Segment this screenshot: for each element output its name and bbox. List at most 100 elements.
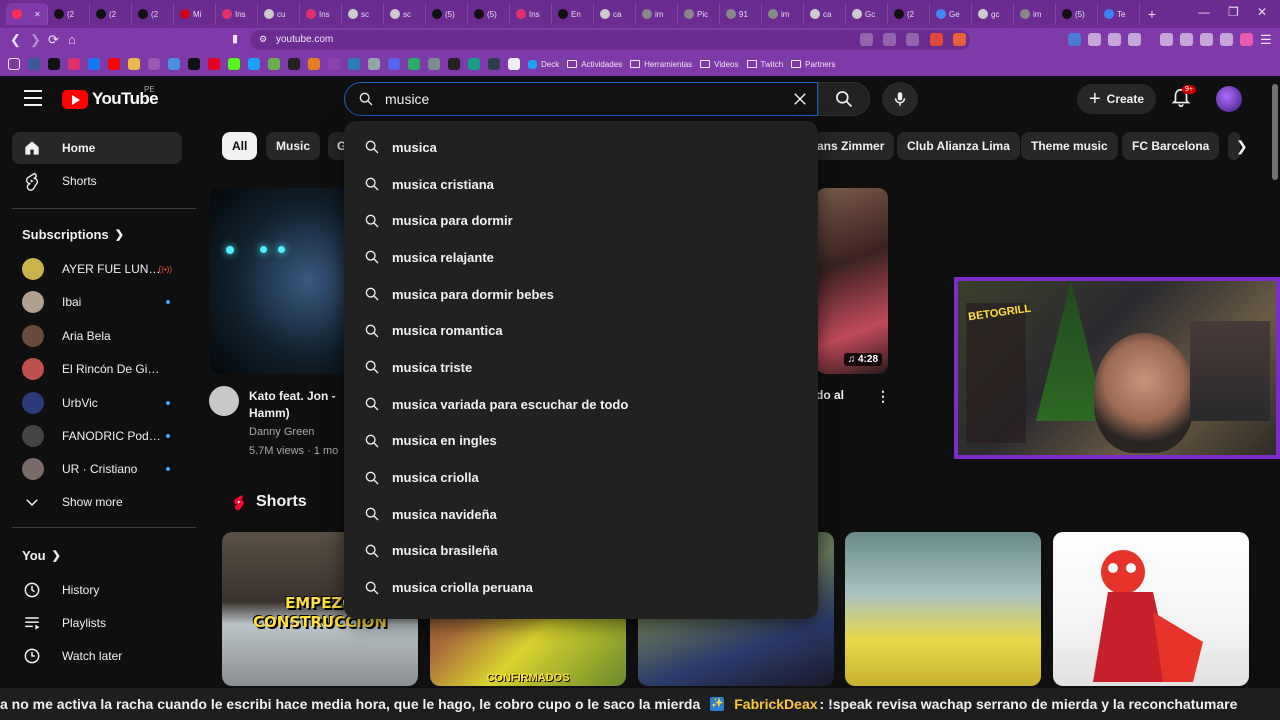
search-suggestion[interactable]: musica criolla peruana — [344, 569, 818, 606]
search-suggestion[interactable]: musica — [344, 129, 818, 166]
browser-tab[interactable]: Mi — [174, 3, 216, 25]
browser-tab[interactable]: (2 — [48, 3, 90, 25]
brave-shield-icon[interactable] — [930, 33, 943, 46]
subscription-item[interactable]: UrbVic — [12, 388, 182, 418]
bookmark-favicon-icon[interactable] — [508, 58, 520, 70]
browser-tab[interactable]: im — [762, 3, 804, 25]
bookmark-favicon-icon[interactable] — [428, 58, 440, 70]
browser-tab[interactable]: im — [636, 3, 678, 25]
chip-hans-zimmer[interactable]: ans Zimmer — [805, 132, 895, 160]
search-suggestion[interactable]: musica romantica — [344, 312, 818, 349]
create-button[interactable]: + Create — [1077, 84, 1156, 114]
browser-tab[interactable]: (2 — [888, 3, 930, 25]
bookmark-favicon-icon[interactable] — [148, 58, 160, 70]
browser-tab[interactable]: sc — [342, 3, 384, 25]
extension-icon[interactable] — [1068, 33, 1081, 46]
browser-menu-icon[interactable]: ☰ — [1260, 32, 1272, 48]
close-window-icon[interactable]: ✕ — [1257, 5, 1267, 19]
apps-icon[interactable] — [8, 58, 20, 70]
browser-tab[interactable]: Gc — [846, 3, 888, 25]
bookmark-folder-twitch[interactable]: Twitch — [746, 60, 783, 69]
search-suggestion[interactable]: musica criolla — [344, 459, 818, 496]
subscription-item[interactable]: FANODRIC Podc... — [12, 421, 182, 451]
bookmark-folder-videos[interactable]: Videos — [700, 60, 739, 69]
sidebar-item-watch-later[interactable]: Watch later — [12, 640, 182, 672]
browser-tab[interactable]: cu — [258, 3, 300, 25]
bookmark-favicon-icon[interactable] — [348, 58, 360, 70]
more-options-icon[interactable]: ⋮ — [876, 388, 890, 405]
pinterest-icon[interactable] — [208, 58, 220, 70]
video-title[interactable]: do al — [816, 388, 844, 402]
browser-tab[interactable]: Te — [1098, 3, 1140, 25]
search-suggestion[interactable]: musica triste — [344, 349, 818, 386]
reload-icon[interactable]: ⟳ — [48, 32, 59, 48]
bookmark-favicon-icon[interactable] — [28, 58, 40, 70]
search-suggestion[interactable]: musica cristiana — [344, 166, 818, 203]
browser-tab[interactable]: ca — [594, 3, 636, 25]
channel-name[interactable]: Danny Green — [249, 426, 314, 438]
search-suggestion[interactable]: musica relajante — [344, 239, 818, 276]
browser-tab[interactable]: (5) — [468, 3, 510, 25]
x-icon[interactable] — [188, 58, 200, 70]
extension-icon[interactable] — [1128, 33, 1141, 46]
you-header[interactable]: You ❯ — [22, 548, 61, 563]
browser-tab[interactable]: Ins — [300, 3, 342, 25]
wallet-icon[interactable] — [1180, 33, 1193, 46]
bookmark-favicon-icon[interactable] — [448, 58, 460, 70]
browser-tab[interactable]: (5) — [426, 3, 468, 25]
browser-tab[interactable]: Ins — [510, 3, 552, 25]
bookmark-favicon-icon[interactable] — [368, 58, 380, 70]
vpn-icon[interactable] — [1220, 33, 1233, 46]
bookmark-folder-actividades[interactable]: Actividades — [567, 60, 622, 69]
rewards-icon[interactable] — [953, 33, 966, 46]
leo-icon[interactable] — [1200, 33, 1213, 46]
search-input[interactable] — [385, 89, 765, 109]
sidebar-item-home[interactable]: Home — [12, 132, 182, 164]
bookmark-favicon-icon[interactable] — [248, 58, 260, 70]
facebook-icon[interactable] — [88, 58, 100, 70]
clear-search-icon[interactable] — [791, 90, 809, 108]
browser-tab[interactable]: (5) — [1056, 3, 1098, 25]
bookmark-favicon-icon[interactable] — [128, 58, 140, 70]
bookmark-deck[interactable]: Deck — [528, 59, 559, 69]
browser-tab[interactable]: En — [552, 3, 594, 25]
search-suggestion[interactable]: musica en ingles — [344, 423, 818, 460]
chip-all[interactable]: All — [222, 132, 258, 160]
bookmark-folder-herramientas[interactable]: Herramientas — [630, 60, 692, 69]
share-icon[interactable] — [906, 33, 919, 46]
sidebar-item-history[interactable]: History — [12, 574, 182, 606]
kick-icon[interactable] — [228, 58, 240, 70]
chips-next-icon[interactable]: ❯ — [1236, 138, 1248, 155]
extension-icon[interactable] — [1240, 33, 1253, 46]
bookmark-folder-partners[interactable]: Partners — [791, 60, 835, 69]
search-box[interactable] — [344, 82, 818, 116]
cast-icon[interactable] — [883, 33, 896, 46]
maximize-icon[interactable]: ❐ — [1228, 5, 1239, 19]
scrollbar-thumb[interactable] — [1272, 84, 1278, 180]
bookmark-favicon-icon[interactable] — [468, 58, 480, 70]
bookmark-favicon-icon[interactable] — [268, 58, 280, 70]
tiktok-icon[interactable] — [48, 58, 60, 70]
subscription-item[interactable]: El Rincón De Giorgio — [12, 354, 182, 384]
browser-tab[interactable]: ca — [804, 3, 846, 25]
bookmark-favicon-icon[interactable] — [308, 58, 320, 70]
bookmark-favicon-icon[interactable] — [408, 58, 420, 70]
browser-tab[interactable]: Pic — [678, 3, 720, 25]
bookmark-favicon-icon[interactable] — [168, 58, 180, 70]
back-icon[interactable]: ❮ — [10, 32, 21, 48]
extension-icon[interactable] — [1108, 33, 1121, 46]
video-title[interactable]: Kato feat. Jon - Hamm) — [249, 388, 336, 422]
minimize-icon[interactable]: — — [1198, 5, 1210, 19]
search-suggestion[interactable]: musica navideña — [344, 496, 818, 533]
channel-avatar[interactable] — [209, 386, 239, 416]
browser-tab[interactable]: 91 — [720, 3, 762, 25]
short-card[interactable] — [1053, 532, 1249, 686]
music-icon[interactable] — [1160, 33, 1173, 46]
show-more-button[interactable]: Show more — [12, 486, 182, 518]
chip-theme-music[interactable]: Theme music — [1021, 132, 1118, 160]
search-suggestion[interactable]: musica brasileña — [344, 533, 818, 570]
browser-tab[interactable]: sc — [384, 3, 426, 25]
browser-tab[interactable]: Ge — [930, 3, 972, 25]
search-suggestion[interactable]: musica para dormir bebes — [344, 276, 818, 313]
site-info-icon[interactable]: ⚙ — [259, 34, 267, 45]
